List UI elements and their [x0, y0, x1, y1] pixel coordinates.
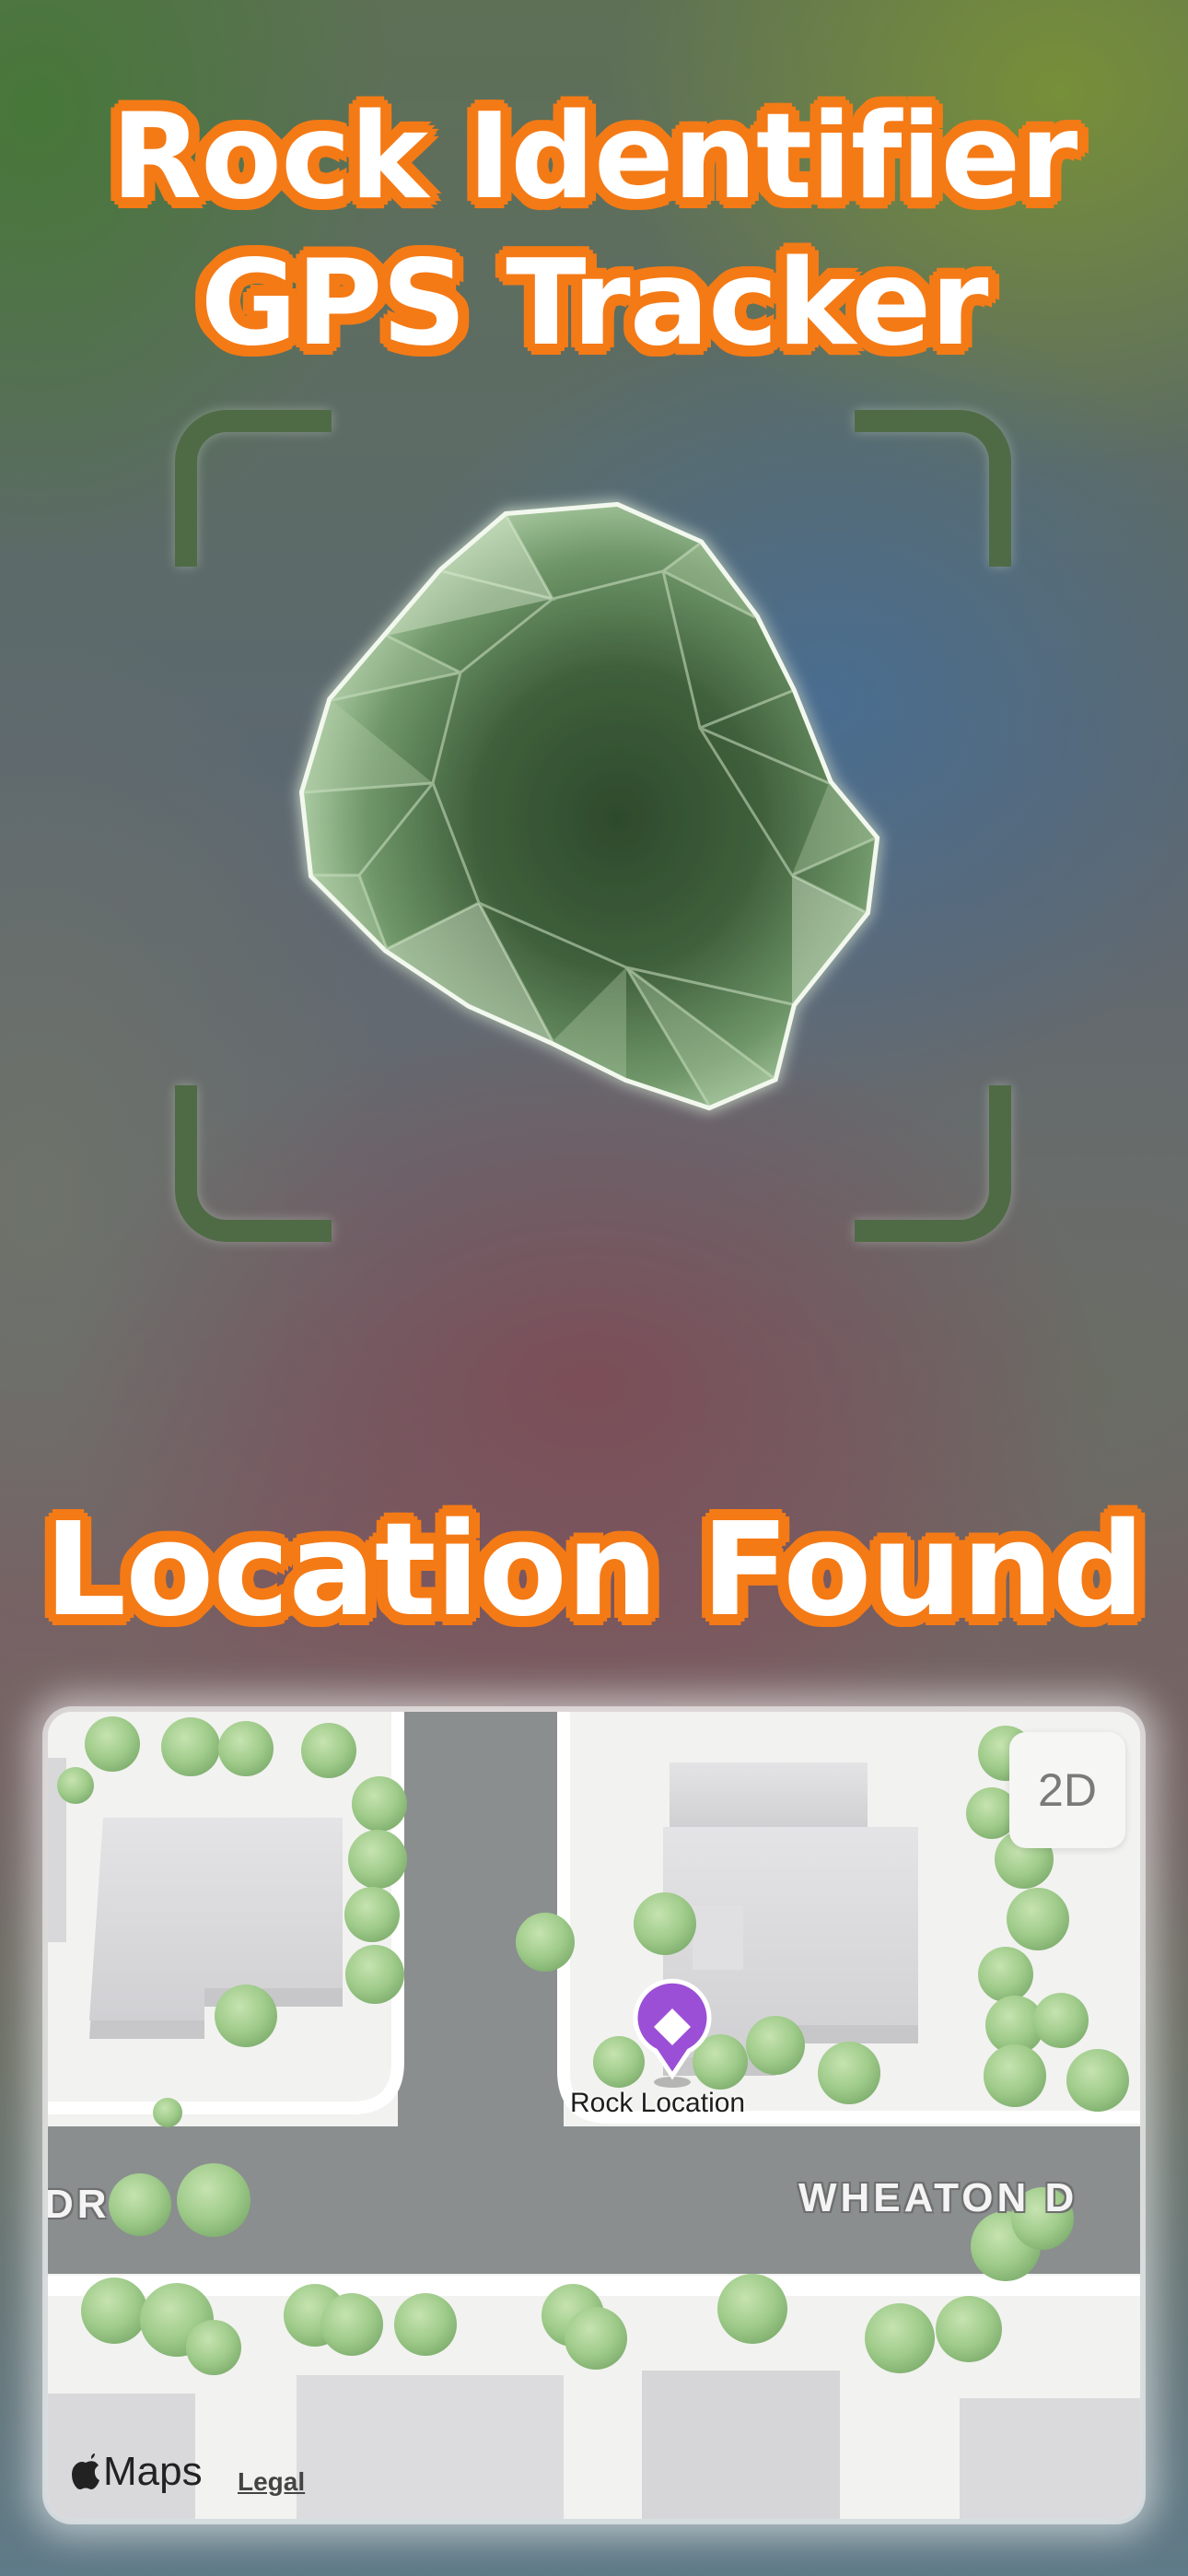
legal-link[interactable]: Legal — [238, 2467, 305, 2497]
headline-title: Rock Identifier — [111, 88, 1078, 226]
street-label-dr: DR — [48, 2182, 111, 2227]
rock-icon — [298, 501, 880, 1111]
headline-subtitle: GPS Tracker — [200, 235, 989, 372]
pin-label[interactable]: Rock Location — [570, 2088, 745, 2119]
section-heading: Location Found — [43, 1495, 1145, 1645]
map-view[interactable]: DR WHEATON D Rock Location 2D Maps Legal — [48, 1712, 1140, 2519]
view-2d-toggle-button[interactable]: 2D — [1009, 1732, 1125, 1848]
maps-attribution: Maps — [70, 2449, 203, 2495]
apple-logo-icon — [72, 2453, 99, 2489]
maps-brand-label: Maps — [103, 2449, 203, 2494]
street-label-wheaton: WHEATON D — [798, 2175, 1078, 2220]
